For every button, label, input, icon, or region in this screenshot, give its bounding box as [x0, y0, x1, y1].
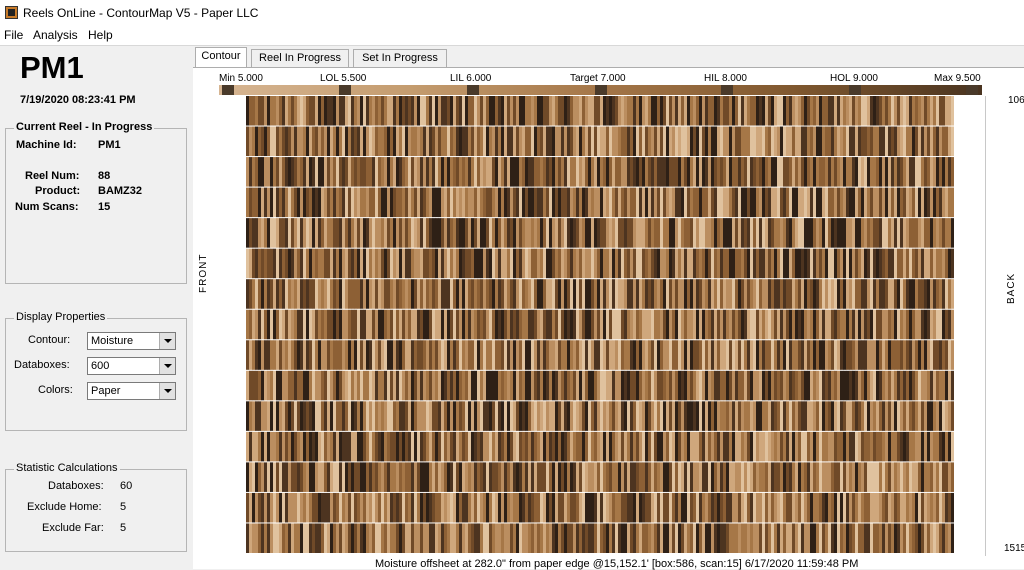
scale-lil-label: LIL 6.000 [450, 73, 492, 84]
scale-tick-max [966, 85, 978, 95]
scale-tick-hil [721, 85, 733, 95]
menu-analysis[interactable]: Analysis [33, 28, 78, 42]
machine-id-label: Machine Id: [16, 139, 77, 151]
exclude-far-label: Exclude Far: [42, 522, 104, 534]
scale-max-label: Max 9.500 [934, 73, 981, 84]
stat-databoxes-label: Databoxes: [48, 480, 104, 492]
colors-select[interactable]: Paper [87, 382, 176, 400]
status-readout: Moisture offsheet at 282.0" from paper e… [375, 558, 859, 570]
contour-panel: Min 5.000 LOL 5.500 LIL 6.000 Target 7.0… [193, 67, 1024, 570]
databoxes-select[interactable]: 600 [87, 357, 176, 375]
exclude-far-value: 5 [120, 522, 127, 534]
display-properties-group: Display Properties Contour: Moisture Dat… [5, 311, 187, 431]
scale-tick-target [595, 85, 607, 95]
machine-id-value: PM1 [98, 139, 121, 151]
scale-tick-lil [467, 85, 479, 95]
statistics-legend: Statistic Calculations [14, 462, 120, 474]
scale-tick-min [222, 85, 234, 95]
title-bar: Reels OnLine - ContourMap V5 - Paper LLC [0, 0, 1024, 26]
menu-help[interactable]: Help [88, 28, 113, 42]
window-title: Reels OnLine - ContourMap V5 - Paper LLC [23, 6, 259, 20]
menu-file[interactable]: File [4, 28, 23, 42]
current-reel-legend: Current Reel - In Progress [14, 121, 155, 133]
scale-hil-label: HIL 8.000 [704, 73, 747, 84]
reel-num-label: Reel Num: [25, 170, 80, 182]
product-value: BAMZ32 [98, 185, 143, 197]
vertical-axis-line [985, 96, 986, 556]
scale-tick-lol [339, 85, 351, 95]
statistics-group: Statistic Calculations Databoxes: 60 Exc… [5, 462, 187, 552]
reel-num-value: 88 [98, 170, 111, 182]
scale-hol-label: HOL 9.000 [830, 73, 878, 84]
product-label: Product: [35, 185, 81, 197]
stat-databoxes-value: 60 [120, 480, 133, 492]
contour-label: Contour: [28, 334, 71, 346]
tab-reel-in-progress[interactable]: Reel In Progress [251, 49, 349, 67]
scale-tick-hol [849, 85, 861, 95]
current-datetime: 7/19/2020 08:23:41 PM [20, 94, 136, 106]
chevron-down-icon[interactable] [159, 333, 175, 349]
scale-target-label: Target 7.000 [570, 73, 626, 84]
menu-bar: File Analysis Help [0, 26, 1024, 45]
contour-select[interactable]: Moisture [87, 332, 176, 350]
exclude-home-value: 5 [120, 501, 127, 513]
scale-min-label: Min 5.000 [219, 73, 263, 84]
tab-contour[interactable]: Contour [195, 47, 247, 68]
contour-select-value: Moisture [91, 335, 134, 347]
num-scans-value: 15 [98, 201, 111, 213]
chevron-down-icon[interactable] [159, 383, 175, 399]
app-icon [5, 6, 18, 19]
current-reel-group: Current Reel - In Progress Machine Id: P… [5, 121, 187, 284]
display-properties-legend: Display Properties [14, 311, 108, 323]
databoxes-label: Databoxes: [14, 359, 70, 371]
back-label: BACK [1006, 272, 1017, 304]
front-label: FRONT [198, 253, 209, 293]
colors-select-value: Paper [91, 385, 121, 397]
databoxes-select-value: 600 [91, 360, 110, 372]
tab-set-in-progress[interactable]: Set In Progress [353, 49, 447, 67]
contour-heatmap[interactable] [246, 96, 954, 554]
colors-label: Colors: [38, 384, 73, 396]
y-axis-bottom-label: 1515 [1004, 543, 1024, 554]
exclude-home-label: Exclude Home: [27, 501, 102, 513]
scale-lol-label: LOL 5.500 [320, 73, 367, 84]
chevron-down-icon[interactable] [159, 358, 175, 374]
menu-separator [0, 45, 1024, 46]
y-axis-top-label: 106 [1008, 95, 1024, 106]
machine-title: PM1 [20, 50, 84, 85]
num-scans-label: Num Scans: [15, 201, 79, 213]
